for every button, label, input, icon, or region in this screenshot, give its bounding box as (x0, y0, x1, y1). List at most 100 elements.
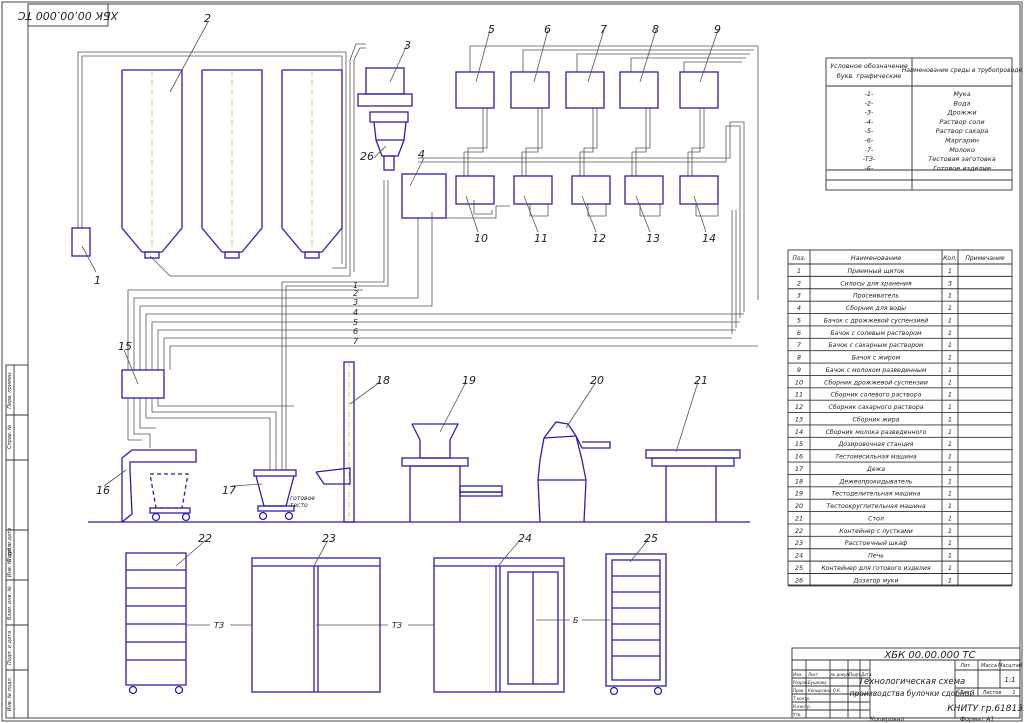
spec-name: Силосы для хранения (840, 280, 912, 287)
spec-name: Приемный щиток (848, 268, 905, 275)
spec-rows: 1 Приемный щиток 12 Силосы для хранения 33 Пр… (788, 267, 1012, 587)
spec-pos: 6 (797, 329, 801, 337)
note-line: готовое (290, 495, 315, 502)
stamp-name: Конырсина О.К. (808, 688, 841, 693)
spec-name: Расстоечный шкаф (845, 540, 908, 547)
spec-qty: 1 (948, 564, 952, 572)
spec-name: Бачок с дрожжевой суспензией (824, 317, 928, 324)
spec-pos: 21 (795, 514, 803, 522)
pipe-number: 4 (353, 308, 358, 317)
side-label: Подп. и дата (7, 631, 13, 665)
stamp-copy: Копировал (870, 716, 904, 723)
title-block: ХБК 00.00.000 ТС Технологическая схема п… (791, 647, 1024, 723)
spec-qty: 1 (948, 465, 952, 473)
legend-code: -2- (865, 99, 874, 107)
spec-pos: 14 (795, 428, 803, 436)
stamp-role: № докум. (830, 672, 851, 677)
silos (121, 69, 343, 259)
legend-rows: -1- Мука -2- Вода -3- Дрожжи -4- Раствор соли -5… (863, 90, 996, 172)
pipe-number: 2 (353, 289, 358, 298)
legend-code: -4- (865, 118, 874, 126)
collector (571, 175, 611, 205)
rack-container (125, 552, 187, 695)
spec-qty: 1 (948, 514, 952, 522)
stamp-scale-value: 1:1 (1004, 676, 1015, 684)
pos-number: 4 (418, 148, 425, 161)
work-table (645, 449, 741, 522)
legend-code: -7- (865, 146, 874, 154)
pos-number: 8 (652, 23, 659, 36)
legend-code: -1- (865, 90, 874, 98)
pos-number: 21 (694, 374, 708, 387)
side-label: Перв. примен. (7, 371, 13, 409)
legend-name: Раствор соли (939, 118, 984, 126)
spec-name: Печь (868, 553, 884, 560)
pos-number: 26 (360, 150, 374, 163)
spec-name: Дежеопрокидыватель (839, 478, 913, 485)
spec-name: Сборник жира (853, 415, 900, 423)
spec-qty: 1 (948, 527, 952, 535)
collector (455, 175, 495, 205)
spec-name: Тестомесильная машина (835, 454, 917, 461)
spec-qty: 1 (948, 403, 952, 411)
spec-pos: 8 (797, 354, 801, 362)
side-label: Справ. № (7, 425, 13, 449)
pos-number: 12 (592, 232, 606, 245)
stamp-role: Н.контр. (793, 704, 811, 709)
stamp-role: Утв. (793, 712, 801, 717)
spec-qty: 1 (948, 440, 952, 448)
pos-number: 6 (544, 23, 551, 36)
collector (624, 175, 664, 205)
stamp-sheets-value: 1 (1012, 690, 1015, 696)
spec-name: Дозатор муки (852, 577, 898, 584)
spec-table: Поз. Наименование Кол. Примечание 1 Прием… (787, 249, 1013, 587)
stamp-scale: Масштаб (998, 663, 1022, 669)
product-container (605, 553, 667, 696)
stamp-role: Подп. (849, 672, 861, 677)
rotated-code-box: ХБК 00.00.000 ТС (18, 3, 119, 27)
spec-pos: 10 (795, 378, 803, 386)
spec-qty: 1 (948, 539, 952, 547)
water-collector (401, 173, 447, 219)
pipe-numbers: 1 2 3 4 5 6 7 (353, 281, 359, 346)
bowl-tipper (315, 361, 355, 523)
legend-name: Тестовая заготовка (928, 155, 995, 163)
legend-header-code: Условное обозначение (830, 62, 908, 70)
tank (565, 71, 605, 109)
tank (455, 71, 495, 109)
spec-pos: 18 (795, 477, 803, 485)
spec-header: Наименование (851, 254, 902, 262)
legend-name: Готовое изделие (933, 164, 991, 172)
spec-pos: 16 (795, 453, 803, 461)
legend-code: -Б- (864, 164, 874, 172)
stamp-lit: Лит. (959, 663, 972, 669)
side-label: Взам. инв. № (7, 586, 13, 620)
legend-name: Мука (953, 90, 970, 98)
pos-number: 10 (474, 232, 488, 245)
receiver-box (71, 227, 91, 257)
spec-qty: 1 (948, 477, 952, 485)
spec-name: Тестоделительная машина (832, 491, 921, 498)
spec-name: Бачок с сахарным раствором (828, 342, 924, 349)
spec-pos: 23 (795, 539, 803, 547)
collector (513, 175, 553, 205)
legend-header-name: Наименование среды в трубопроводе (902, 67, 1023, 74)
side-label: Инв. № подл. (7, 677, 13, 712)
spec-qty: 1 (948, 428, 952, 436)
spec-pos: 2 (797, 279, 801, 287)
spec-name: Контейнер с лустками (839, 528, 913, 535)
spec-qty: 1 (948, 292, 952, 300)
pos-number: 18 (376, 374, 390, 387)
pos-number: 7 (600, 23, 607, 36)
pos-number: 20 (590, 374, 604, 387)
side-stamp: Перв. примен. Справ. № Подп. и дата Инв.… (5, 364, 29, 719)
drawing-sheet: ХБК 00.00.000 ТС Перв. примен. Справ. № … (1, 1, 1024, 723)
spec-pos: 25 (795, 564, 803, 572)
spec-pos: 17 (795, 465, 804, 473)
stamp-sheets: Листов (982, 690, 1002, 696)
flow-label: ТЗ (392, 621, 402, 630)
spec-pos: 22 (795, 527, 803, 535)
stamp-sheet: Лист (959, 690, 974, 696)
spec-qty: 1 (948, 502, 952, 510)
legend-name: Маргарин (945, 137, 979, 145)
